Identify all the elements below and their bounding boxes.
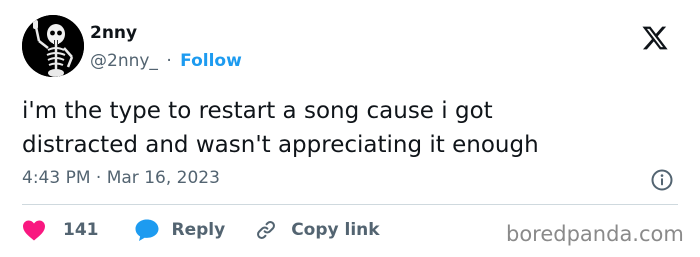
handle-separator: · — [166, 51, 172, 71]
link-icon — [257, 221, 276, 239]
copy-link-button[interactable]: Copy link — [255, 219, 380, 241]
divider — [22, 204, 678, 205]
copy-link-label: Copy link — [291, 220, 380, 240]
reply-button[interactable]: Reply — [134, 218, 226, 242]
author-handle[interactable]: @2nny_ — [90, 51, 158, 71]
info-icon[interactable] — [650, 168, 674, 192]
reply-label: Reply — [171, 220, 226, 240]
skeleton-avatar-icon — [22, 15, 84, 77]
x-logo-icon[interactable] — [640, 24, 670, 52]
author-display-name[interactable]: 2nny — [90, 23, 137, 43]
heart-icon — [23, 220, 45, 241]
reply-bubble-icon — [135, 219, 158, 241]
follow-button[interactable]: Follow — [180, 51, 242, 71]
tweet-actions: 141 Reply Copy link — [22, 216, 380, 244]
tweet-text: i'm the type to restart a song cause i g… — [22, 98, 539, 158]
like-count: 141 — [63, 220, 99, 240]
tweet-timestamp[interactable]: 4:43 PM · Mar 16, 2023 — [22, 168, 220, 188]
like-button[interactable]: 141 — [22, 219, 99, 241]
avatar[interactable] — [22, 15, 84, 77]
watermark: boredpanda.com — [506, 222, 684, 246]
author-handle-row: @2nny_ · Follow — [90, 51, 242, 71]
